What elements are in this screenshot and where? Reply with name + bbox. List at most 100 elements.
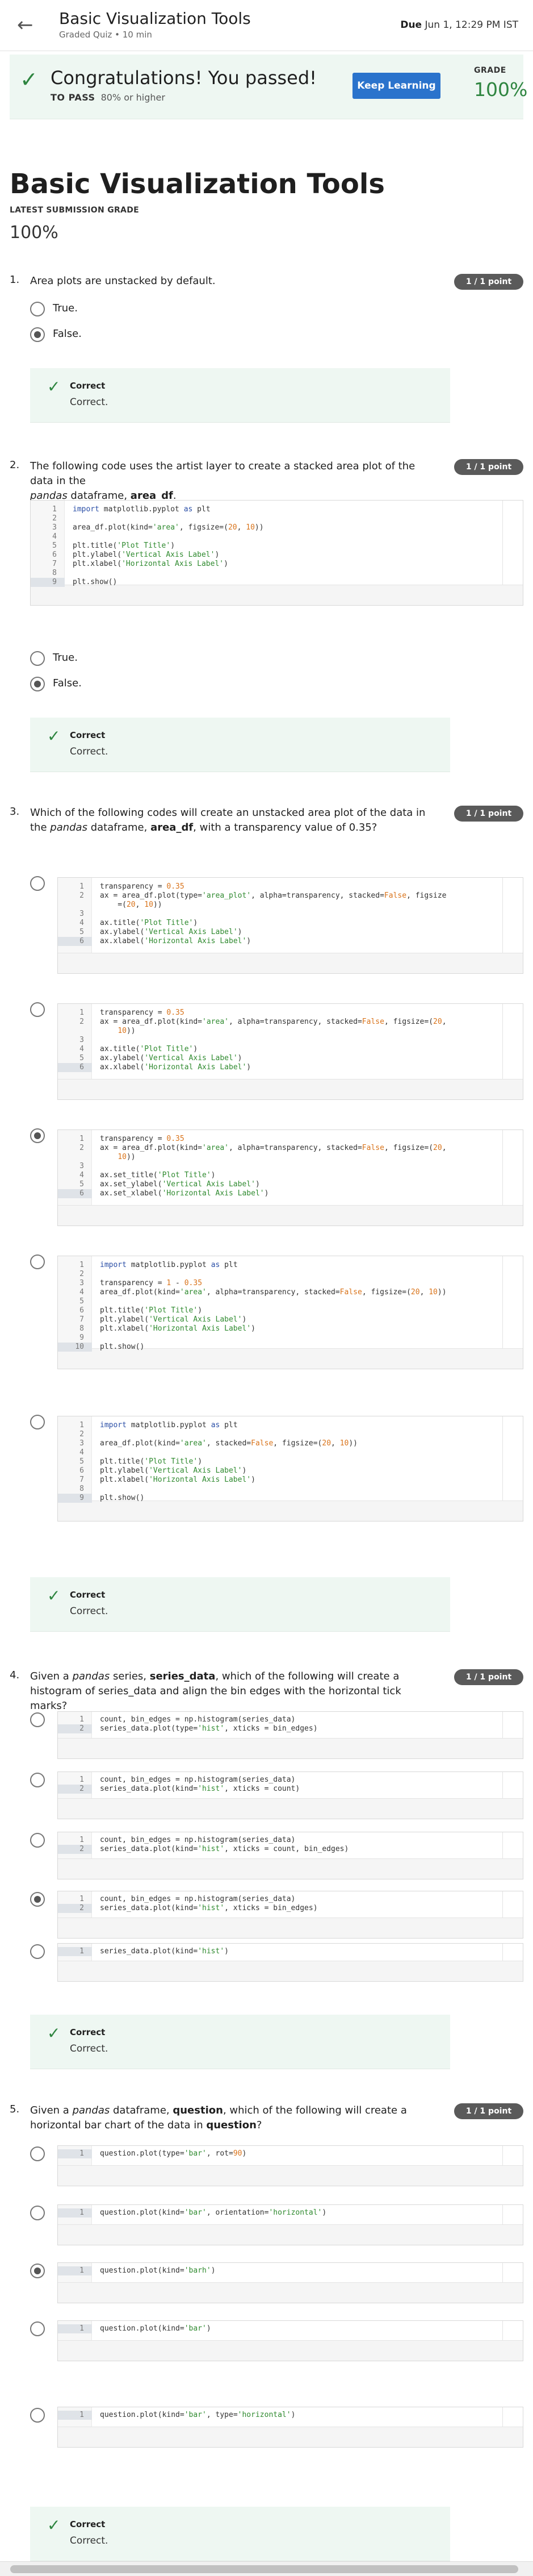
code-scrollbar[interactable] bbox=[502, 1944, 523, 1961]
header-subtitle: Graded Quiz • 10 min bbox=[59, 30, 152, 40]
code-hscroll[interactable] bbox=[58, 2427, 523, 2447]
radio-button[interactable] bbox=[30, 2321, 45, 2336]
code-hscroll[interactable] bbox=[58, 1738, 523, 1758]
radio-button-selected[interactable] bbox=[30, 677, 45, 691]
radio-button-selected[interactable] bbox=[30, 1892, 45, 1907]
question-number: 3. bbox=[10, 806, 20, 818]
points-badge: 1 / 1 point bbox=[454, 274, 523, 290]
radio-button[interactable] bbox=[30, 302, 45, 316]
code-hscroll[interactable] bbox=[58, 1961, 523, 1981]
code-hscroll[interactable] bbox=[58, 1079, 523, 1099]
code-block-option-4[interactable]: 1 import matplotlib.pyplot as plt 2 3 tran… bbox=[57, 1256, 523, 1369]
check-icon: ✓ bbox=[47, 377, 61, 396]
option-label: False. bbox=[53, 677, 82, 689]
code-block-option-2[interactable]: 1 transparency = 0.35 2 ax = area_df.plot(… bbox=[57, 1003, 523, 1100]
text-part: Given a bbox=[30, 1670, 73, 1682]
code-block-option-3[interactable]: 1 question.plot(kind='barh') bbox=[57, 2262, 523, 2303]
latest-grade-value: 100% bbox=[10, 223, 58, 243]
radio-button[interactable] bbox=[30, 1254, 45, 1269]
code-block[interactable]: 1 import matplotlib.pyplot as plt 2 3 area… bbox=[30, 500, 523, 606]
code-hscroll[interactable] bbox=[58, 1858, 523, 1879]
points-badge: 1 / 1 point bbox=[454, 1669, 523, 1685]
code-block-option-5[interactable]: 1 series_data.plot(kind='hist') bbox=[57, 1943, 523, 1982]
radio-button[interactable] bbox=[30, 1944, 45, 1959]
code-scrollbar[interactable] bbox=[502, 2146, 523, 2165]
code-hscroll[interactable] bbox=[58, 2282, 523, 2303]
code-block-option-3[interactable]: 1 count, bin_edges = np.histogram(series_… bbox=[57, 1832, 523, 1879]
radio-button[interactable] bbox=[30, 1415, 45, 1429]
page-horizontal-scrollbar[interactable] bbox=[0, 2561, 533, 2576]
code-block-option-4[interactable]: 1 count, bin_edges = np.histogram(series_… bbox=[57, 1891, 523, 1939]
code-hscroll[interactable] bbox=[58, 2165, 523, 2186]
back-arrow-icon[interactable]: ← bbox=[17, 15, 40, 37]
code-scrollbar[interactable] bbox=[502, 1130, 523, 1205]
code-hscroll[interactable] bbox=[58, 2340, 523, 2361]
radio-button[interactable] bbox=[30, 1833, 45, 1848]
code-scrollbar[interactable] bbox=[502, 1712, 523, 1738]
code-scrollbar[interactable] bbox=[502, 2263, 523, 2282]
radio-button-selected[interactable] bbox=[30, 327, 45, 342]
check-icon: ✓ bbox=[20, 67, 38, 92]
code-hscroll[interactable] bbox=[58, 1205, 523, 1226]
feedback-title: Correct bbox=[70, 1590, 106, 1600]
code-scrollbar[interactable] bbox=[502, 1256, 523, 1348]
radio-button[interactable] bbox=[30, 2206, 45, 2220]
due-date: Due Jun 1, 12:29 PM IST bbox=[400, 19, 518, 31]
feedback-text: Correct. bbox=[70, 397, 108, 408]
code-hscroll[interactable] bbox=[58, 1918, 523, 1938]
code-block-option-1[interactable]: 1 count, bin_edges = np.histogram(series_… bbox=[57, 1711, 523, 1759]
code-scrollbar[interactable] bbox=[502, 1004, 523, 1079]
code-scrollbar[interactable] bbox=[502, 2205, 523, 2224]
code-hscroll[interactable] bbox=[58, 2224, 523, 2245]
question-text: Which of the following codes will create… bbox=[30, 806, 427, 835]
text-italic: pandas bbox=[72, 2104, 110, 2116]
code-scrollbar[interactable] bbox=[502, 1891, 523, 1918]
code-scrollbar[interactable] bbox=[502, 501, 523, 585]
scrollbar-thumb[interactable] bbox=[10, 2565, 518, 2573]
question-text: The following code uses the artist layer… bbox=[30, 459, 427, 503]
radio-button[interactable] bbox=[30, 1773, 45, 1787]
code-block-option-5[interactable]: 1 question.plot(kind='bar', type='horizon… bbox=[57, 2407, 523, 2448]
radio-button-selected[interactable] bbox=[30, 1128, 45, 1143]
code-scrollbar[interactable] bbox=[502, 878, 523, 953]
code-scrollbar[interactable] bbox=[502, 2321, 523, 2340]
radio-button[interactable] bbox=[30, 1002, 45, 1017]
text-italic: pandas bbox=[50, 822, 87, 833]
feedback-title: Correct bbox=[70, 730, 106, 740]
code-block-option-1[interactable]: 1 question.plot(type='bar', rot=90) bbox=[57, 2145, 523, 2186]
code-scrollbar[interactable] bbox=[502, 2407, 523, 2427]
keep-learning-button[interactable]: Keep Learning bbox=[352, 73, 440, 99]
code-hscroll[interactable] bbox=[58, 1798, 523, 1819]
feedback-correct: ✓ Correct Correct. bbox=[30, 368, 450, 423]
text-part: Given a bbox=[30, 2104, 73, 2116]
check-icon: ✓ bbox=[47, 727, 61, 745]
text-bold: area_df bbox=[150, 822, 194, 833]
radio-button[interactable] bbox=[30, 2146, 45, 2161]
code-scrollbar[interactable] bbox=[502, 1416, 523, 1500]
radio-button-selected[interactable] bbox=[30, 2264, 45, 2278]
code-block-option-2[interactable]: 1 count, bin_edges = np.histogram(series_… bbox=[57, 1771, 523, 1819]
code-scrollbar[interactable] bbox=[502, 1832, 523, 1858]
code-scrollbar[interactable] bbox=[502, 1772, 523, 1798]
code-hscroll[interactable] bbox=[31, 585, 523, 605]
code-hscroll[interactable] bbox=[58, 1500, 523, 1521]
code-block-option-2[interactable]: 1 question.plot(kind='bar', orientation='… bbox=[57, 2204, 523, 2245]
code-hscroll[interactable] bbox=[58, 953, 523, 973]
radio-button[interactable] bbox=[30, 1712, 45, 1727]
question-text: Given a pandas dataframe, question, whic… bbox=[30, 2103, 427, 2133]
feedback-title: Correct bbox=[70, 2519, 106, 2529]
due-value: Jun 1, 12:29 PM IST bbox=[425, 19, 519, 31]
question-number: 1. bbox=[10, 274, 20, 286]
check-icon: ✓ bbox=[47, 1586, 61, 1605]
question-number: 5. bbox=[10, 2103, 20, 2115]
code-block-option-4[interactable]: 1 question.plot(kind='bar') bbox=[57, 2320, 523, 2361]
code-block-option-5[interactable]: 1 import matplotlib.pyplot as plt 2 3 area… bbox=[57, 1416, 523, 1522]
radio-button[interactable] bbox=[30, 2408, 45, 2423]
code-block-option-1[interactable]: 1 transparency = 0.35 2 ax = area_df.plot(… bbox=[57, 877, 523, 974]
code-block-option-3[interactable]: 1 transparency = 0.35 2 ax = area_df.plot(… bbox=[57, 1129, 523, 1226]
radio-button[interactable] bbox=[30, 876, 45, 891]
option-label: True. bbox=[53, 652, 78, 664]
text-part: , with a transparency value of 0.35? bbox=[193, 822, 377, 833]
to-pass-text: TO PASS 80% or higher bbox=[51, 92, 165, 103]
radio-button[interactable] bbox=[30, 651, 45, 666]
